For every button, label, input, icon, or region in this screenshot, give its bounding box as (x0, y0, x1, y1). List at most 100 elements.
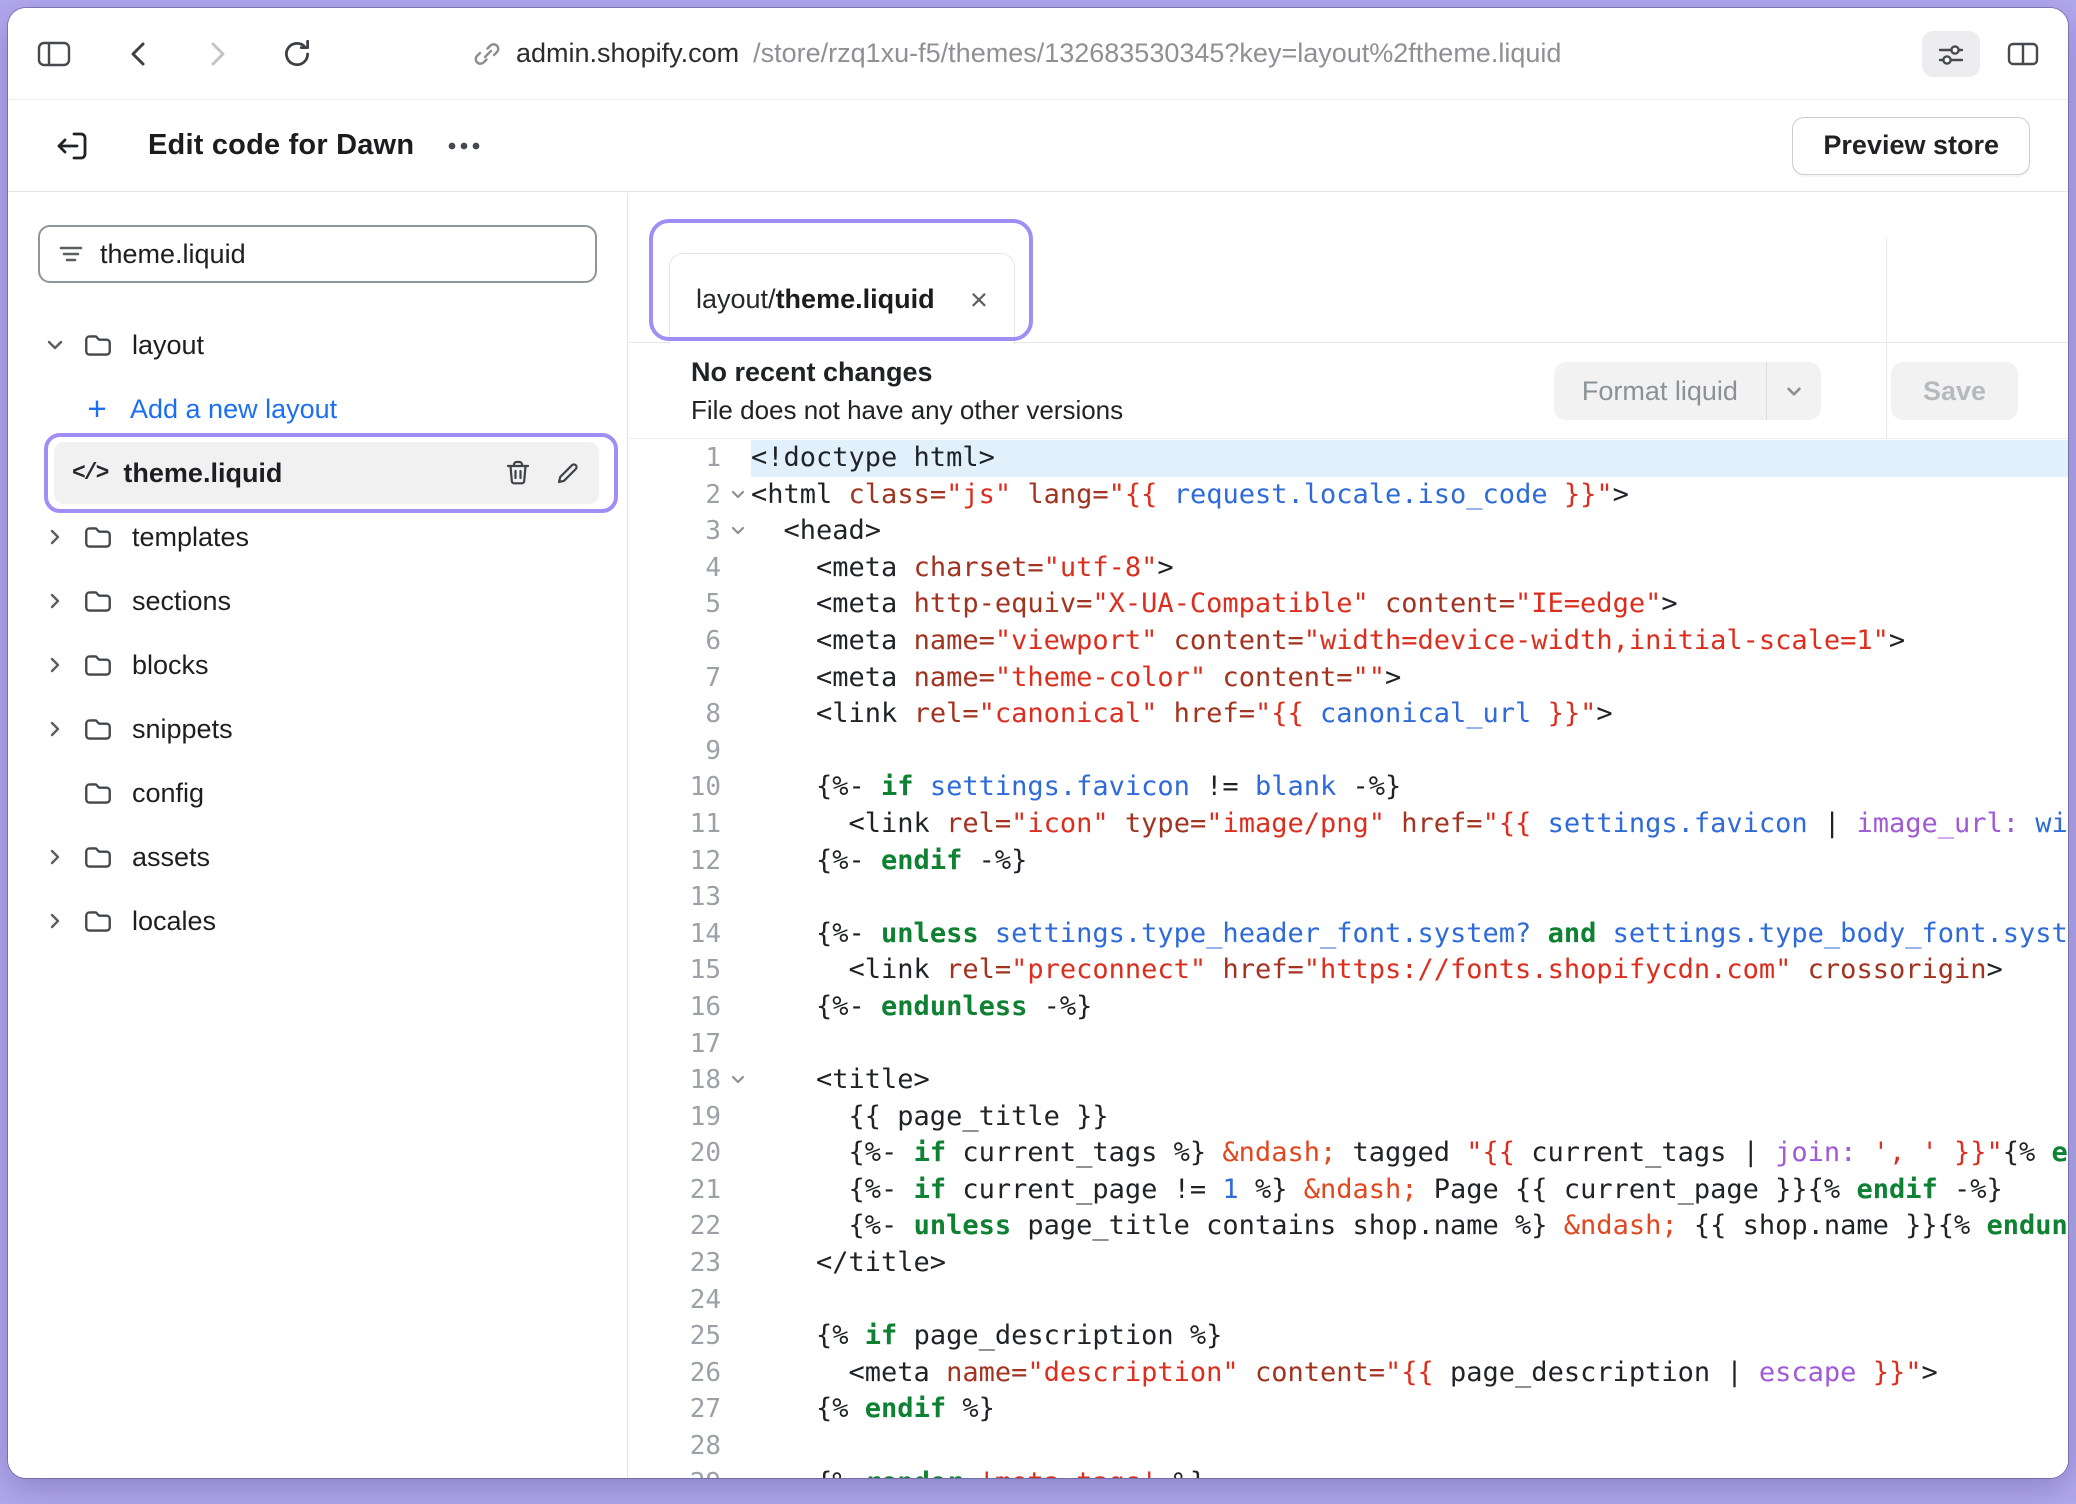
code-line[interactable]: 6 <meta name="viewport" content="width=d… (629, 623, 2068, 660)
folder-icon (82, 905, 114, 937)
file-search-input[interactable]: theme.liquid (38, 225, 597, 283)
folder-icon (82, 649, 114, 681)
folder-item-snippets[interactable]: snippets (8, 697, 627, 761)
code-line[interactable]: 17 (629, 1026, 2068, 1063)
more-actions-icon[interactable] (444, 139, 484, 153)
address-bar[interactable]: admin.shopify.com/store/rzq1xu-f5/themes… (472, 38, 1561, 69)
code-line[interactable]: 27 {% endif %} (629, 1391, 2068, 1428)
code-line-text: <meta name="theme-color" content=""> (751, 660, 2068, 697)
fold-chevron-icon[interactable] (729, 486, 747, 504)
split-view-icon[interactable] (2006, 39, 2040, 69)
code-line[interactable]: 22 {%- unless page_title contains shop.n… (629, 1208, 2068, 1245)
folder-icon (82, 713, 114, 745)
folder-item-templates[interactable]: templates (8, 505, 627, 569)
code-line[interactable]: 23 </title> (629, 1245, 2068, 1282)
file-search-value: theme.liquid (100, 239, 246, 270)
line-number: 24 (629, 1282, 751, 1319)
code-line-text: {%- endif -%} (751, 843, 2068, 880)
code-line[interactable]: 13 (629, 879, 2068, 916)
code-line[interactable]: 28 (629, 1428, 2068, 1465)
code-line-text (751, 1428, 2068, 1465)
file-item-theme.liquid[interactable]: </>theme.liquid (54, 442, 599, 504)
back-icon[interactable] (124, 39, 154, 69)
line-number: 19 (629, 1099, 751, 1136)
code-line[interactable]: 25 {% if page_description %} (629, 1318, 2068, 1355)
code-line[interactable]: 2<html class="js" lang="{{ request.local… (629, 477, 2068, 514)
folder-item-layout[interactable]: layout (8, 313, 627, 377)
save-button[interactable]: Save (1891, 362, 2018, 420)
line-number: 27 (629, 1391, 751, 1428)
fold-chevron-icon[interactable] (729, 1071, 747, 1089)
toolbar-vertical-divider (1886, 237, 1887, 439)
code-line-text: {{ page_title }} (751, 1099, 2068, 1136)
code-line-text (751, 879, 2068, 916)
line-number: 2 (629, 477, 751, 514)
rename-file-icon[interactable] (553, 458, 583, 488)
folder-item-blocks[interactable]: blocks (8, 633, 627, 697)
folder-item-locales[interactable]: locales (8, 889, 627, 953)
code-line[interactable]: 18 <title> (629, 1062, 2068, 1099)
folder-item-sections[interactable]: sections (8, 569, 627, 633)
chevron-right-icon[interactable] (44, 846, 74, 868)
code-line[interactable]: 26 <meta name="description" content="{{ … (629, 1355, 2068, 1392)
format-liquid-button[interactable]: Format liquid (1554, 362, 1821, 420)
exit-icon[interactable] (52, 126, 92, 166)
code-line[interactable]: 20 {%- if current_tags %} &ndash; tagged… (629, 1135, 2068, 1172)
code-line[interactable]: 11 <link rel="icon" type="image/png" hre… (629, 806, 2068, 843)
folder-item-assets[interactable]: assets (8, 825, 627, 889)
code-line[interactable]: 4 <meta charset="utf-8"> (629, 550, 2068, 587)
code-line[interactable]: 9 (629, 733, 2068, 770)
preview-store-button[interactable]: Preview store (1792, 117, 2030, 175)
code-line-text: {%- if settings.favicon != blank -%} (751, 769, 2068, 806)
code-line[interactable]: 1<!doctype html> (629, 440, 2068, 477)
code-line-text: </title> (751, 1245, 2068, 1282)
code-line[interactable]: 15 <link rel="preconnect" href="https://… (629, 952, 2068, 989)
code-line-text: <link rel="icon" type="image/png" href="… (751, 806, 2068, 843)
code-line[interactable]: 8 <link rel="canonical" href="{{ canonic… (629, 696, 2068, 733)
code-line[interactable]: 7 <meta name="theme-color" content=""> (629, 660, 2068, 697)
code-line-text: {% if page_description %} (751, 1318, 2068, 1355)
code-line[interactable]: 21 {%- if current_page != 1 %} &ndash; P… (629, 1172, 2068, 1209)
delete-file-icon[interactable] (503, 458, 533, 488)
code-line[interactable]: 24 (629, 1282, 2068, 1319)
line-number: 11 (629, 806, 751, 843)
code-editor[interactable]: 1<!doctype html>2<html class="js" lang="… (629, 440, 2068, 1478)
code-line-text: {%- if current_tags %} &ndash; tagged "{… (751, 1135, 2068, 1172)
forward-icon[interactable] (202, 39, 232, 69)
status-title: No recent changes (691, 357, 1123, 388)
url-path: /store/rzq1xu-f5/themes/132683530345?key… (753, 38, 1561, 69)
chevron-down-icon[interactable] (44, 334, 74, 356)
line-number: 4 (629, 550, 751, 587)
file-tree: layout+Add a new layout</>theme.liquidte… (8, 313, 627, 953)
line-number: 13 (629, 879, 751, 916)
code-line[interactable]: 10 {%- if settings.favicon != blank -%} (629, 769, 2068, 806)
sidebar-toggle-icon[interactable] (36, 38, 72, 70)
chevron-right-icon[interactable] (44, 654, 74, 676)
line-number: 1 (629, 440, 751, 477)
chevron-right-icon[interactable] (44, 526, 74, 548)
reload-icon[interactable] (280, 37, 314, 71)
code-line[interactable]: 3 <head> (629, 513, 2068, 550)
line-number: 26 (629, 1355, 751, 1392)
folder-item-config[interactable]: config (8, 761, 627, 825)
tab-theme-liquid[interactable]: layout/theme.liquid × (669, 253, 1015, 344)
code-file-icon: </> (72, 460, 107, 486)
chevron-right-icon[interactable] (44, 590, 74, 612)
code-line[interactable]: 14 {%- unless settings.type_header_font.… (629, 916, 2068, 953)
code-line[interactable]: 5 <meta http-equiv="X-UA-Compatible" con… (629, 586, 2068, 623)
close-tab-icon[interactable]: × (970, 284, 988, 315)
chevron-right-icon[interactable] (44, 718, 74, 740)
add-new-layout-button[interactable]: +Add a new layout (8, 377, 627, 441)
fold-chevron-icon[interactable] (729, 522, 747, 540)
version-status: No recent changes File does not have any… (691, 357, 1123, 426)
code-line[interactable]: 12 {%- endif -%} (629, 843, 2068, 880)
code-line[interactable]: 16 {%- endunless -%} (629, 989, 2068, 1026)
chevron-right-icon[interactable] (44, 910, 74, 932)
code-line-text (751, 1282, 2068, 1319)
chevron-down-icon[interactable] (1767, 379, 1821, 403)
editor-toolbar: No recent changes File does not have any… (629, 344, 2068, 439)
browser-settings-button[interactable] (1922, 31, 1980, 77)
line-number: 18 (629, 1062, 751, 1099)
code-line[interactable]: 29 {% render 'meta-tags' %} (629, 1465, 2068, 1478)
code-line[interactable]: 19 {{ page_title }} (629, 1099, 2068, 1136)
